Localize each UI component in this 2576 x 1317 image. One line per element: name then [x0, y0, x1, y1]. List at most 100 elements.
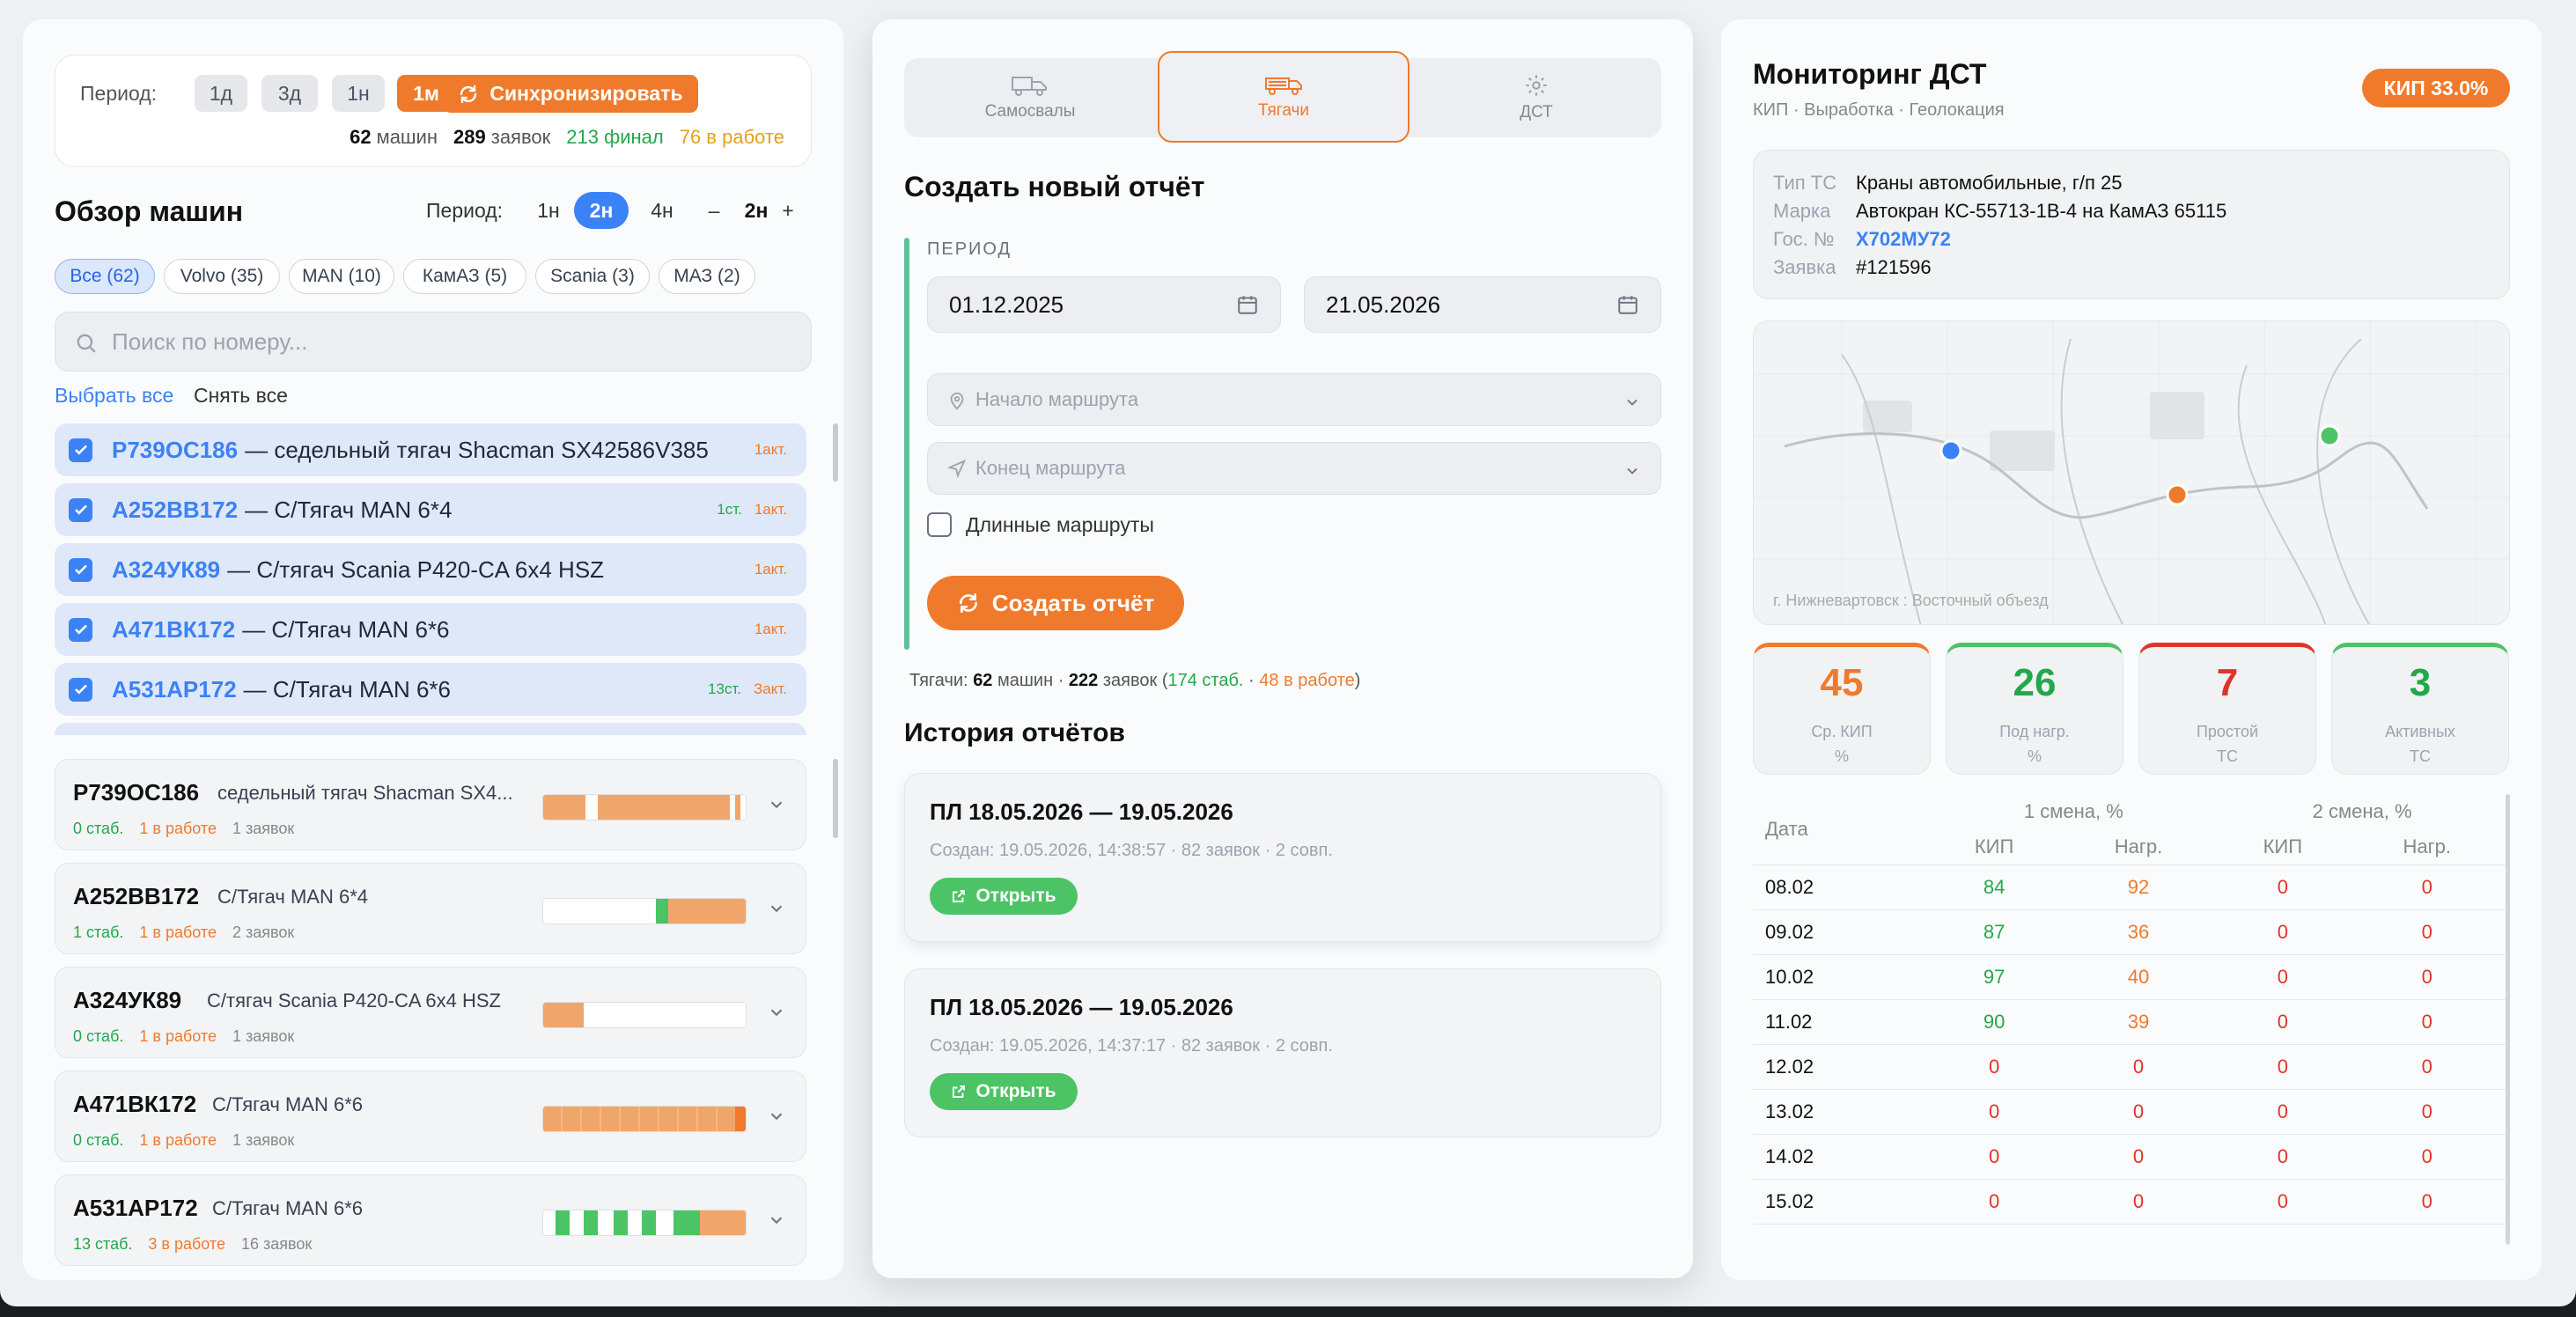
select-all-link[interactable]: Выбрать все [55, 384, 173, 408]
row-plate[interactable]: А324УК89 [112, 556, 220, 584]
row-tag-stab: 13ст. [707, 681, 742, 697]
selected-list-scrollbar[interactable] [833, 423, 838, 482]
stat-requests: 289 заявок [453, 126, 550, 149]
kpi-avg-kip: 45 Ср. КИП% [1753, 643, 1931, 775]
long-routes-checkbox[interactable]: Длинные маршруты [927, 512, 1154, 537]
col-kip: КИП [2218, 829, 2348, 865]
vehicle-card[interactable]: А324УК89 С/тягач Scania P420-CA 6x4 HSZ … [55, 967, 806, 1058]
tab-dump-trucks[interactable]: Самосвалы [904, 58, 1156, 137]
vehicle-card[interactable]: А252ВВ172 С/Тягач MAN 6*4 1 стаб. 1 в раб… [55, 863, 806, 954]
period-chip-1d[interactable]: 1д [195, 75, 247, 112]
route-end-select[interactable]: Конец маршрута [927, 442, 1661, 495]
tractors-summary: Тягачи: 62 машин · 222 заявок (174 стаб.… [909, 671, 1360, 691]
checkbox-checked[interactable] [69, 557, 92, 582]
checkbox-checked[interactable] [69, 438, 92, 462]
vehicle-card[interactable]: Р739ОС186 седельный тягач Shacman SX4...… [55, 759, 806, 850]
col-load: Нагр. [2058, 829, 2219, 865]
cards-scrollbar[interactable] [833, 759, 838, 838]
cell-load2: 0 [2347, 999, 2506, 1045]
chevron-down-icon[interactable] [767, 795, 786, 814]
deselect-all-link[interactable]: Снять все [194, 384, 288, 408]
summary-prefix: Тягачи: [909, 671, 968, 690]
filter-maz[interactable]: МАЗ (2) [659, 259, 755, 294]
row-plate[interactable]: А252ВВ172 [112, 497, 238, 524]
card-plate: А252ВВ172 [73, 883, 200, 909]
date-from-input[interactable]: 01.12.2025 [927, 276, 1281, 333]
info-type-value: Краны автомобильные, г/п 25 [1856, 172, 2123, 194]
vehicle-marker-blue[interactable] [1939, 439, 1962, 462]
checkbox-unchecked[interactable] [927, 512, 952, 537]
summary-stab: 174 стаб. [1167, 671, 1244, 690]
summary-work: 48 в работе [1259, 671, 1355, 690]
chevron-down-icon[interactable] [767, 1003, 786, 1022]
filter-scania[interactable]: Scania (3) [535, 259, 650, 294]
filter-volvo[interactable]: Volvo (35) [164, 259, 280, 294]
kpi-value: 45 [1820, 661, 1864, 704]
vehicle-marker-orange[interactable] [2166, 483, 2189, 506]
check-icon [74, 624, 87, 635]
row-plate[interactable]: Р739ОС186 [112, 437, 238, 464]
table-scrollbar[interactable] [2506, 794, 2510, 1245]
date-to-input[interactable]: 21.05.2026 [1304, 276, 1661, 333]
timeline-bar [542, 898, 747, 924]
row-desc: — седельный тягач Shacman SX42586V385 [245, 436, 709, 463]
row-plate[interactable]: А531АР172 [112, 676, 237, 703]
period-chip-1w[interactable]: 1н [332, 75, 385, 112]
selected-row[interactable]: Р739ОС186 — седельный тягач Shacman SX42… [55, 423, 806, 476]
chevron-down-icon [1627, 399, 1638, 406]
kpi-unit: ТС [2410, 747, 2431, 765]
segment-1w[interactable]: 1н [526, 192, 570, 229]
selected-row[interactable]: А471ВК172 — С/Тягач MAN 6*6 1акт. [55, 603, 806, 656]
row-plate[interactable]: А471ВК172 [112, 616, 235, 644]
tab-dst[interactable]: ДСТ [1411, 58, 1661, 137]
cell-kip1: 90 [1929, 999, 2059, 1045]
calendar-icon[interactable] [1616, 293, 1639, 316]
kpi-active: 3 Активных ТС [2331, 643, 2509, 775]
search-input[interactable]: Поиск по номеру... [55, 312, 812, 372]
cell-load2: 0 [2347, 1044, 2506, 1090]
stepper-plus-button[interactable]: + [776, 192, 799, 229]
vehicle-card[interactable]: А471ВК172 С/Тягач MAN 6*6 0 стаб. 1 в раб… [55, 1071, 806, 1162]
chevron-down-icon[interactable] [767, 1210, 786, 1230]
filter-all[interactable]: Все (62) [55, 259, 155, 294]
chevron-down-icon[interactable] [767, 1107, 786, 1126]
selected-row[interactable]: А252ВВ172 — С/Тягач MAN 6*4 1ст. 1акт. [55, 483, 806, 536]
chevron-down-icon [1627, 467, 1638, 475]
filter-man[interactable]: MAN (10) [289, 259, 394, 294]
route-start-select[interactable]: Начало маршрута [927, 373, 1661, 426]
segment-4w[interactable]: 4н [637, 192, 687, 229]
checkbox-checked[interactable] [69, 497, 92, 522]
open-report-button[interactable]: Открыть [930, 1073, 1078, 1110]
card-work: 1 в работе [139, 1027, 217, 1045]
stepper-minus-button[interactable]: – [703, 192, 725, 229]
calendar-icon[interactable] [1236, 293, 1259, 316]
date-to-value: 21.05.2026 [1326, 291, 1441, 318]
tab-tractors[interactable]: Тягачи [1158, 51, 1409, 143]
sync-button[interactable]: Синхронизировать [443, 75, 698, 113]
cell-load2: 0 [2347, 1089, 2506, 1135]
vehicle-marker-green[interactable] [2318, 424, 2341, 447]
period-chip-3d[interactable]: 3д [261, 75, 318, 112]
segment-2w[interactable]: 2н [574, 192, 629, 229]
selected-row[interactable]: А531АР172 — С/Тягач MAN 6*6 13ст. Закт. [55, 663, 806, 716]
cell-kip2: 0 [2218, 1179, 2348, 1225]
geolocation-map[interactable]: г. Нижневартовск : Восточный объезд [1753, 320, 2510, 625]
sync-label: Синхронизировать [489, 82, 683, 105]
selected-row-partial [55, 723, 806, 735]
filter-kamaz[interactable]: КамАЗ (5) [403, 259, 526, 294]
create-report-label: Создать отчёт [991, 589, 1155, 616]
report-meta: Создан: 19.05.2026, 14:37:17 · 82 заявок… [930, 1036, 1333, 1056]
vehicle-card[interactable]: А531АР172 С/Тягач MAN 6*6 13 стаб. 3 в ра… [55, 1174, 806, 1266]
open-report-button[interactable]: Открыть [930, 878, 1078, 915]
info-plate-value[interactable]: Х702МУ72 [1856, 228, 1951, 251]
chevron-down-icon[interactable] [767, 899, 786, 918]
monitoring-subtitle: КИП · Выработка · Геолокация [1753, 100, 2005, 120]
selected-row[interactable]: А324УК89 — С/тягач Scania P420-CA 6x4 HS… [55, 543, 806, 596]
checkbox-checked[interactable] [69, 677, 92, 702]
create-report-button[interactable]: Создать отчёт [927, 576, 1184, 630]
cell-load2: 0 [2347, 1179, 2506, 1225]
kpi-value: 3 [2409, 661, 2432, 704]
checkbox-checked[interactable] [69, 617, 92, 642]
report-card: ПЛ 18.05.2026 — 19.05.2026 Создан: 19.05… [904, 968, 1661, 1137]
cell-kip2: 0 [2218, 1089, 2348, 1135]
